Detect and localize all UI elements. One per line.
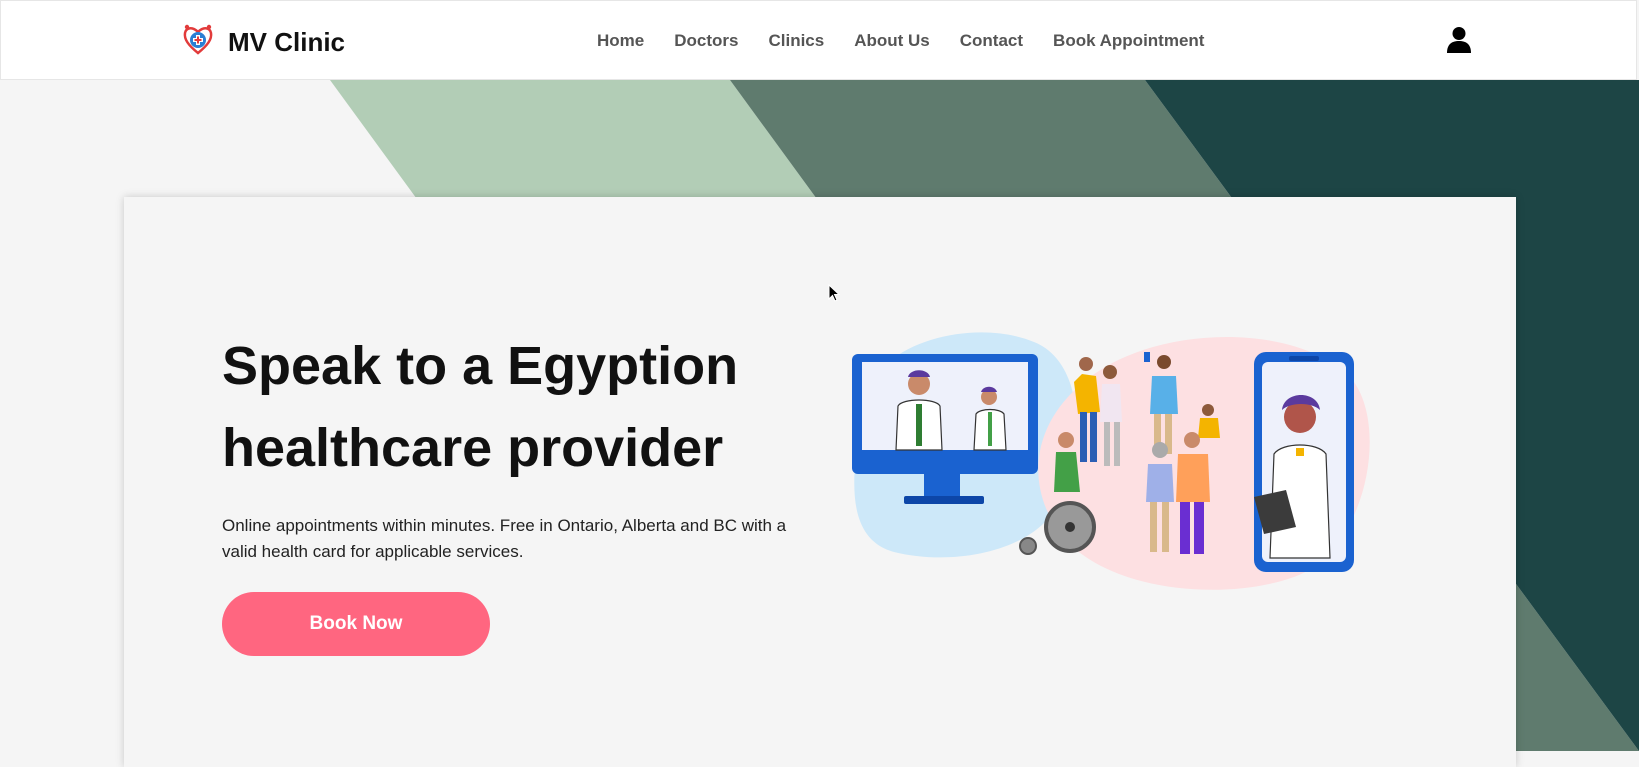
nav-home[interactable]: Home: [597, 31, 644, 51]
top-navbar: MV Clinic Home Doctors Clinics About Us …: [0, 0, 1637, 80]
hero-title-line-2: healthcare provider: [222, 418, 724, 478]
nav-doctors[interactable]: Doctors: [674, 31, 738, 51]
nav-contact[interactable]: Contact: [960, 31, 1023, 51]
heart-cross-logo-icon: [182, 23, 214, 62]
telehealth-illustration-icon: [834, 322, 1374, 607]
nav-about-us[interactable]: About Us: [854, 31, 930, 51]
user-icon[interactable]: [1447, 26, 1471, 59]
book-now-button[interactable]: Book Now: [222, 592, 490, 656]
brand[interactable]: MV Clinic: [182, 23, 345, 62]
hero-card: Speak to a Egyption healthcare provider …: [124, 197, 1516, 767]
main-menu: Home Doctors Clinics About Us Contact Bo…: [597, 31, 1204, 51]
hero-description: Online appointments within minutes. Free…: [222, 516, 787, 561]
nav-book-appointment[interactable]: Book Appointment: [1053, 31, 1204, 51]
mouse-cursor-icon: [828, 283, 841, 307]
nav-clinics[interactable]: Clinics: [768, 31, 824, 51]
hero-title-line-1: Speak to a Egyption: [222, 336, 739, 396]
hero-title: Speak to a Egyption healthcare provider: [222, 325, 842, 489]
brand-name: MV Clinic: [228, 27, 346, 57]
